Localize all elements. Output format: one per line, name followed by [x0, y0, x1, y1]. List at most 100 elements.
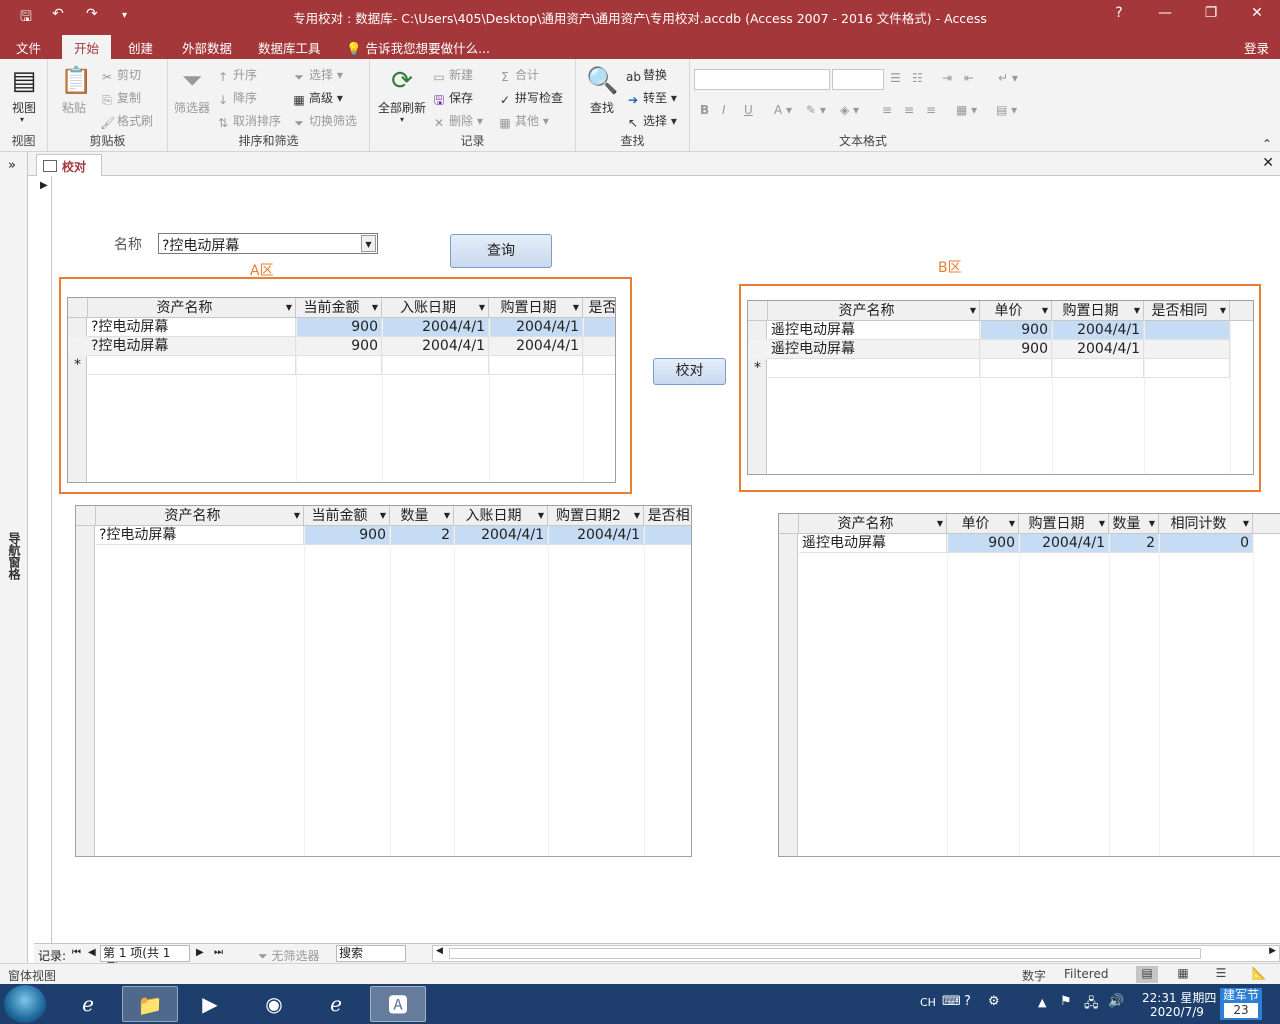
help-circle-icon[interactable]: ?	[964, 994, 971, 1009]
cell-purchase-date[interactable]: 2004/4/1	[1019, 534, 1109, 553]
media-player-icon[interactable]: ▶	[182, 986, 238, 1022]
filter-button[interactable]: 筛选器	[174, 99, 210, 116]
sheet-b-col-name[interactable]: 资产名称 ▼	[768, 301, 980, 321]
tab-home[interactable]: 开始	[62, 35, 112, 59]
sheet-c-col-name[interactable]: 资产名称 ▼	[96, 506, 304, 526]
sheet-b-col-purchase-date[interactable]: 购置日期 ▼	[1052, 301, 1144, 321]
underline-button[interactable]: U	[744, 103, 753, 117]
form-view-icon[interactable]: ▤	[1136, 966, 1158, 983]
cell-purchase-date2[interactable]: 2004/4/1	[548, 526, 644, 545]
row-selector-column[interactable]	[76, 526, 95, 856]
subform-b-datasheet[interactable]: 资产名称 ▼ 单价 ▼ 购置日期 ▼ 是否相同 ▼ 遥控电动屏幕 900 2004/4/…	[747, 300, 1254, 475]
first-record-button[interactable]: ⏮	[72, 947, 81, 958]
cell-name[interactable]: ?控电动屏幕	[88, 318, 296, 337]
cell-same[interactable]	[583, 337, 615, 356]
cell-same[interactable]	[583, 356, 615, 375]
nav-pane-label[interactable]: 导航窗格	[6, 532, 23, 580]
sign-in-link[interactable]: 登录	[1244, 38, 1269, 57]
tell-me-box[interactable]: 💡 告诉我您想要做什么...	[346, 38, 490, 57]
record-position-field[interactable]: 第 1 项(共 1 项)	[100, 945, 190, 975]
chevron-down-icon[interactable]: ▼	[361, 235, 376, 252]
table-row[interactable]: ?控电动屏幕 900 2004/4/1 2004/4/1	[68, 337, 615, 356]
chevron-down-icon[interactable]: ▼	[1042, 301, 1048, 321]
cell-same[interactable]: 0	[644, 526, 691, 545]
select-all-corner[interactable]	[68, 298, 88, 318]
sheet-a-col-same[interactable]: 是否相▼	[583, 298, 616, 318]
sheet-a-col-amount[interactable]: 当前金额 ▼	[296, 298, 382, 318]
chevron-down-icon[interactable]: ▼	[479, 298, 485, 318]
cell-same-count[interactable]: 0	[1159, 534, 1253, 553]
cell-quantity[interactable]: 2	[390, 526, 454, 545]
sheet-c-col-entry-date[interactable]: 入账日期 ▼	[454, 506, 548, 526]
gridlines-icon[interactable]: ▦ ▾	[956, 103, 977, 117]
subform-c-datasheet[interactable]: 资产名称 ▼ 当前金额 ▼ 数量 ▼ 入账日期 ▼ 购置日期2 ▼ 是否相|▼ ?控电动屏…	[75, 505, 692, 857]
chevron-down-icon[interactable]: ▼	[634, 506, 640, 526]
select-all-corner[interactable]	[779, 514, 799, 534]
collapse-ribbon-icon[interactable]: ⌃	[1262, 137, 1272, 151]
new-record-row[interactable]: *	[68, 356, 615, 375]
chevron-down-icon[interactable]: ▼	[1009, 514, 1015, 534]
table-row[interactable]: 遥控电动屏幕 900 2004/4/1	[748, 340, 1230, 359]
align-left-icon[interactable]: ≡	[882, 103, 892, 117]
name-combo[interactable]: ?控电动屏幕 ▼	[158, 233, 378, 254]
chevron-down-icon[interactable]: ▼	[286, 298, 292, 318]
cell-price[interactable]: 900	[947, 534, 1019, 553]
clock-date[interactable]: 2020/7/9	[1150, 1005, 1204, 1019]
sheet-d-col-quantity[interactable]: 数量 ▼	[1109, 514, 1159, 534]
replace-button[interactable]: ab 替换	[626, 66, 667, 84]
tab-create[interactable]: 创建	[128, 38, 153, 57]
format-painter-button[interactable]: 🖌 格式刷	[100, 112, 153, 130]
prev-record-button[interactable]: ◀	[88, 947, 96, 958]
layout-view-icon[interactable]: ☰	[1210, 966, 1232, 983]
magnifier-icon[interactable]: 🔍	[586, 65, 618, 97]
chevron-down-icon[interactable]: ▼	[380, 506, 386, 526]
expand-nav-button[interactable]: »	[8, 158, 16, 173]
refresh-all-icon[interactable]: ⟳	[386, 65, 418, 97]
save-record-button[interactable]: 🖫 保存	[432, 89, 473, 107]
chevron-down-icon[interactable]: ▼	[444, 506, 450, 526]
find-button[interactable]: 查找	[590, 99, 614, 116]
align-center-icon[interactable]: ≡	[904, 103, 914, 117]
table-row[interactable]: ?控电动屏幕 900 2004/4/1 2004/4/1	[68, 318, 615, 337]
chevron-down-icon[interactable]: ▼	[573, 298, 579, 318]
new-record-row[interactable]: *	[748, 359, 1230, 378]
align-right-icon[interactable]: ≡	[926, 103, 936, 117]
totals-button[interactable]: Σ 合计	[498, 66, 539, 84]
select-button[interactable]: ↖ 选择 ▾	[626, 112, 677, 130]
select-all-corner[interactable]	[748, 301, 768, 321]
cell-name[interactable]: 遥控电动屏幕	[768, 340, 980, 359]
cell-amount[interactable]	[296, 356, 382, 375]
sheet-c-col-quantity[interactable]: 数量 ▼	[390, 506, 454, 526]
close-document-button[interactable]: ✕	[1262, 155, 1274, 171]
remove-sort-button[interactable]: ⇅ 取消排序	[216, 112, 281, 130]
restore-button[interactable]: ❐	[1196, 5, 1226, 21]
ime-indicator[interactable]: CH	[920, 996, 936, 1009]
cell-same[interactable]	[1144, 359, 1230, 378]
number-list-icon[interactable]: ☷	[912, 71, 923, 85]
chevron-down-icon[interactable]: ▼	[1099, 514, 1105, 534]
table-row[interactable]: 遥控电动屏幕 900 2004/4/1 2 0	[779, 534, 1253, 553]
cell-quantity[interactable]: 2	[1109, 534, 1159, 553]
table-row[interactable]: 遥控电动屏幕 900 2004/4/1	[748, 321, 1230, 340]
sheet-a-col-entry-date[interactable]: 入账日期 ▼	[382, 298, 489, 318]
cell-name[interactable]: 遥控电动屏幕	[799, 534, 947, 553]
subform-a-datasheet[interactable]: 资产名称 ▼ 当前金额 ▼ 入账日期 ▼ 购置日期 ▼ 是否相▼ ?控电动屏幕 900 …	[67, 297, 616, 483]
new-record-button[interactable]: ▭ 新建	[432, 66, 473, 84]
cell-price[interactable]: 900	[980, 321, 1052, 340]
cell-purchase-date[interactable]: 2004/4/1	[1052, 340, 1144, 359]
cell-name[interactable]	[88, 356, 296, 375]
sheet-b-col-same[interactable]: 是否相同 ▼	[1144, 301, 1230, 321]
highlight-icon[interactable]: ✎ ▾	[806, 103, 826, 117]
keyboard-icon[interactable]: ⌨	[942, 994, 961, 1009]
toggle-filter-button[interactable]: ⏷ 切换筛选	[292, 112, 357, 130]
cell-entry-date[interactable]: 2004/4/1	[382, 318, 489, 337]
sheet-c-col-amount[interactable]: 当前金额 ▼	[304, 506, 390, 526]
cell-price[interactable]: 900	[980, 340, 1052, 359]
sheet-d-col-price[interactable]: 单价 ▼	[947, 514, 1019, 534]
close-button[interactable]: ✕	[1242, 5, 1272, 21]
internet-explorer-icon[interactable]: ℯ	[60, 986, 116, 1022]
cell-amount[interactable]: 900	[304, 526, 390, 545]
advanced-button[interactable]: ▦ 高级 ▾	[292, 89, 343, 107]
sheet-c-col-same[interactable]: 是否相|▼	[644, 506, 691, 526]
font-name-combo[interactable]	[694, 69, 830, 90]
